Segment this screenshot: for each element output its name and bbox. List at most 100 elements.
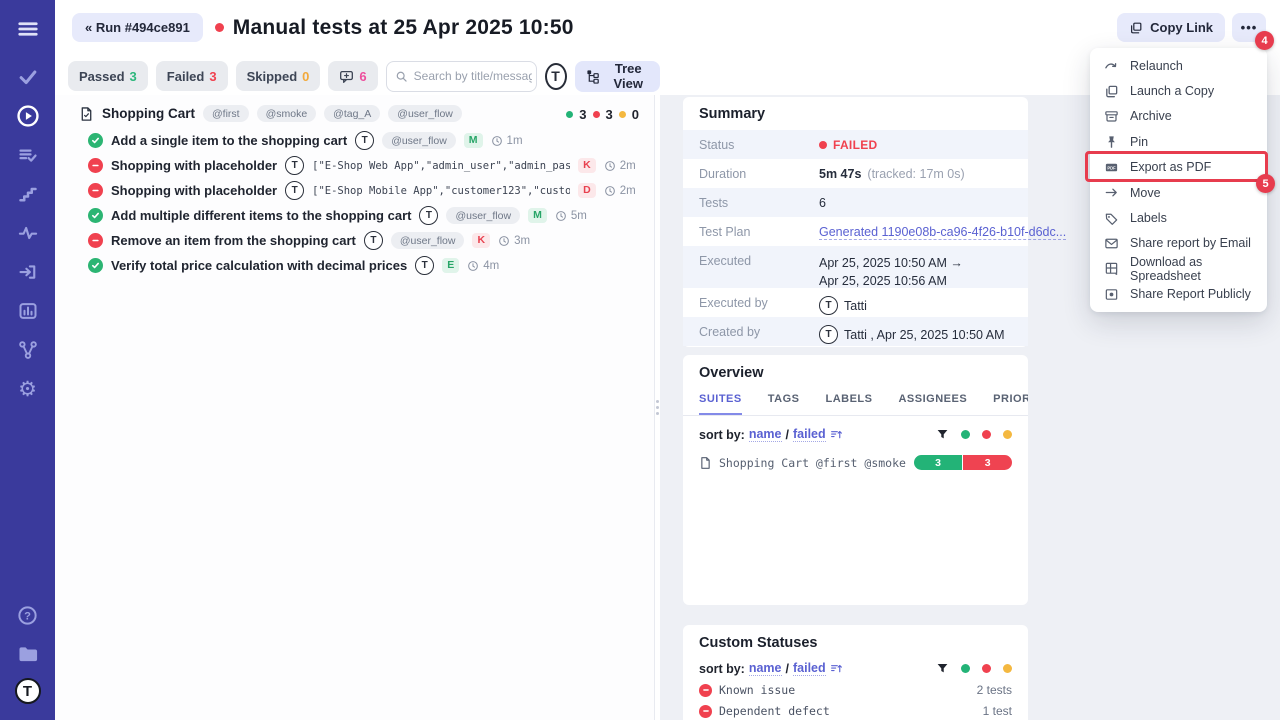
toggle-skipped-dot[interactable] [1003, 430, 1012, 439]
executed-to: Apr 25, 2025 10:56 AM [819, 274, 947, 288]
failed-status-icon [88, 183, 103, 198]
tree-view-button[interactable]: Tree View [575, 61, 661, 92]
sort-by-failed-link[interactable]: failed [793, 427, 826, 442]
checklist-icon[interactable] [13, 140, 43, 170]
overview-suite-label: Shopping Cart @first @smoke … [719, 456, 907, 470]
menu-item-archive[interactable]: Archive [1090, 104, 1267, 129]
suite-tag[interactable]: @user_flow [388, 105, 462, 122]
toggle-passed-dot[interactable] [961, 430, 970, 439]
menu-item-labels[interactable]: Labels [1090, 205, 1267, 230]
assignee-avatar[interactable]: T [285, 181, 304, 200]
suite-row[interactable]: Shopping Cart @first @smoke @tag_A @user… [55, 95, 655, 128]
steps-icon[interactable] [13, 179, 43, 209]
filter-bar: Passed 3 Failed 3 Skipped 0 6 T Tree Vie… [55, 57, 660, 95]
menu-item-share-report-by-email[interactable]: Share report by Email [1090, 231, 1267, 256]
menu-item-launch-a-copy[interactable]: Launch a Copy [1090, 78, 1267, 103]
toggle-passed-dot[interactable] [961, 664, 970, 673]
failed-dot [593, 111, 600, 118]
test-row[interactable]: Shopping with placeholder T ["E-Shop Mob… [55, 178, 655, 203]
annotation-step-badge: 5 [1256, 174, 1275, 193]
executed-by-value: Tatti [844, 299, 867, 313]
assignee-avatar[interactable]: T [285, 156, 304, 175]
sort-direction-icon[interactable] [830, 428, 843, 441]
search-input[interactable] [414, 69, 532, 83]
custom-status-row[interactable]: Known issue 2 tests [683, 676, 1028, 697]
test-plan-link[interactable]: Generated 1190e08b-ca96-4f26-b10f-d6dc..… [819, 225, 1066, 240]
overview-card: Overview SUITES TAGS LABELS ASSIGNEES PR… [683, 355, 1028, 605]
tab-labels[interactable]: LABELS [825, 393, 872, 415]
test-params: ["E-Shop Mobile App","customer123","cust… [312, 185, 570, 197]
suite-results-bar[interactable]: 3 3 [914, 455, 1012, 470]
filter-comments[interactable]: 6 [328, 61, 377, 91]
toggle-failed-dot[interactable] [982, 664, 991, 673]
help-icon[interactable]: ? [13, 600, 43, 630]
toggle-skipped-dot[interactable] [1003, 664, 1012, 673]
suite-name: Shopping Cart [102, 106, 195, 121]
tab-tags[interactable]: TAGS [768, 393, 800, 415]
pin-icon [1104, 134, 1119, 149]
tasks-check-icon[interactable] [13, 62, 43, 92]
assignee-avatar[interactable]: T [419, 206, 438, 225]
test-tag[interactable]: @user_flow [446, 207, 520, 224]
overview-suite-row[interactable]: Shopping Cart @first @smoke … 3 3 [683, 442, 1028, 470]
clock-icon [555, 210, 567, 222]
assignee-avatar[interactable]: T [355, 131, 374, 150]
menu-item-pin[interactable]: Pin [1090, 129, 1267, 154]
sort-direction-icon[interactable] [830, 662, 843, 675]
custom-status-row[interactable]: Dependent defect 1 test [683, 697, 1028, 718]
custom-status-label: Dependent defect [719, 704, 830, 718]
executor-avatar-icon[interactable]: T [545, 63, 567, 90]
suite-tag[interactable]: @first [203, 105, 249, 122]
menu-item-download-as-spreadsheet[interactable]: Download as Spreadsheet [1090, 256, 1267, 281]
copy-link-button[interactable]: Copy Link [1117, 13, 1225, 42]
tab-priority[interactable]: PRIORITY [993, 393, 1028, 415]
test-row[interactable]: Shopping with placeholder T ["E-Shop Web… [55, 153, 655, 178]
settings-gear-icon[interactable]: ⚙ [13, 374, 43, 404]
menu-icon[interactable] [13, 14, 43, 44]
filter-skipped[interactable]: Skipped 0 [236, 61, 321, 91]
executor-avatar: T [819, 296, 838, 315]
branch-icon[interactable] [13, 335, 43, 365]
failed-dot [819, 141, 827, 149]
test-row[interactable]: Add a single item to the shopping cart T… [55, 128, 655, 153]
user-avatar[interactable]: T [15, 678, 41, 704]
test-tag[interactable]: @user_flow [382, 132, 456, 149]
failed-label: Failed [167, 69, 205, 84]
email-icon [1104, 236, 1119, 251]
projects-folder-icon[interactable] [13, 639, 43, 669]
status-badge: K [578, 158, 596, 173]
runs-play-icon[interactable] [13, 101, 43, 131]
back-run-button[interactable]: « Run #494ce891 [72, 13, 203, 42]
filter-failed[interactable]: Failed 3 [156, 61, 228, 91]
sort-by-name-link[interactable]: name [749, 661, 782, 676]
test-row[interactable]: Add multiple different items to the shop… [55, 203, 655, 228]
suite-tag[interactable]: @smoke [257, 105, 317, 122]
filter-funnel-icon[interactable] [936, 428, 949, 441]
test-row[interactable]: Verify total price calculation with deci… [55, 253, 655, 278]
suite-passed-count: 3 [579, 107, 586, 122]
menu-item-share-report-publicly[interactable]: Share Report Publicly [1090, 282, 1267, 307]
clock-icon [604, 185, 616, 197]
tab-suites[interactable]: SUITES [699, 393, 742, 415]
test-duration: 1m [491, 135, 523, 147]
menu-item-export-as-pdf[interactable]: PDF Export as PDF [1090, 155, 1267, 180]
test-title: Remove an item from the shopping cart [111, 233, 356, 248]
activity-icon[interactable] [13, 218, 43, 248]
failed-status-icon [699, 684, 712, 697]
test-tag[interactable]: @user_flow [391, 232, 465, 249]
filter-funnel-icon[interactable] [936, 662, 949, 675]
filter-passed[interactable]: Passed 3 [68, 61, 148, 91]
import-icon[interactable] [13, 257, 43, 287]
reports-icon[interactable] [13, 296, 43, 326]
assignee-avatar[interactable]: T [364, 231, 383, 250]
assignee-avatar[interactable]: T [415, 256, 434, 275]
failed-status-icon [699, 705, 712, 718]
sort-by-name-link[interactable]: name [749, 427, 782, 442]
menu-item-relaunch[interactable]: Relaunch [1090, 53, 1267, 78]
test-row[interactable]: Remove an item from the shopping cart T … [55, 228, 655, 253]
suite-tag[interactable]: @tag_A [324, 105, 380, 122]
tab-assignees[interactable]: ASSIGNEES [898, 393, 967, 415]
toggle-failed-dot[interactable] [982, 430, 991, 439]
menu-item-move[interactable]: Move [1090, 180, 1267, 205]
sort-by-failed-link[interactable]: failed [793, 661, 826, 676]
